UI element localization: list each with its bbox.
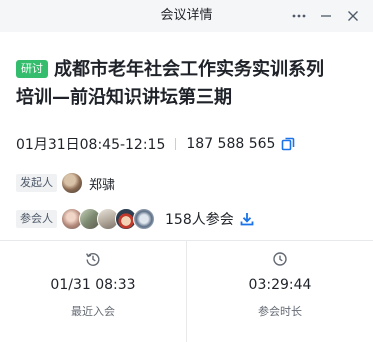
download-icon — [240, 213, 254, 226]
host-row: 发起人 郑骕 — [16, 170, 115, 196]
download-button[interactable] — [240, 212, 254, 226]
more-button[interactable] — [287, 4, 311, 28]
meeting-id[interactable]: 187 588 565 — [186, 136, 275, 152]
avatar — [133, 208, 155, 230]
attendee-count[interactable]: 158人参会 — [165, 209, 234, 229]
time-row: 01月31日08:45-12:15 187 588 565 — [16, 133, 295, 155]
minimize-icon — [321, 15, 331, 17]
copy-icon — [282, 137, 295, 151]
duration-label: 参会时长 — [258, 305, 302, 318]
stat-last-join: 01/31 08:33 最近入会 — [0, 241, 186, 342]
more-horizontal-icon — [292, 14, 306, 18]
history-icon — [85, 252, 100, 266]
meeting-title-block: 研讨 成都市老年社会工作实务实训系列 培训—前沿知识讲坛第三期 — [16, 56, 358, 112]
meeting-stats: 01/31 08:33 最近入会 03:29:44 参会时长 — [0, 241, 373, 342]
meeting-title-text-1: 成都市老年社会工作实务实训系列 — [54, 59, 324, 80]
last-join-label: 最近入会 — [71, 305, 115, 318]
close-icon — [348, 11, 358, 21]
title-bar: 会议详情 — [0, 0, 373, 32]
minimize-button[interactable] — [314, 4, 338, 28]
duration-value: 03:29:44 — [248, 277, 312, 293]
host-name: 郑骕 — [89, 177, 116, 193]
copy-button[interactable] — [281, 137, 295, 151]
attendees-row: 参会人 158人参会 — [16, 206, 254, 232]
meeting-title-line-2: 培训—前沿知识讲坛第三期 — [16, 87, 232, 108]
meeting-title-line-1: 研讨 成都市老年社会工作实务实训系列 — [16, 56, 358, 84]
attendees-tag: 参会人 — [16, 210, 57, 228]
host-avatar[interactable] — [61, 172, 83, 194]
meeting-type-badge: 研讨 — [16, 60, 48, 78]
close-button[interactable] — [341, 4, 365, 28]
separator — [175, 138, 177, 150]
attendee-avatars[interactable] — [61, 208, 155, 230]
last-join-value: 01/31 08:33 — [50, 277, 136, 293]
meeting-details-window: 会议详情 研讨 成都市老年社会工作实务实训系列 培训—前沿知识讲坛第三期 01月3… — [0, 0, 373, 342]
meeting-time: 01月31日08:45-12:15 — [16, 137, 166, 153]
host-tag: 发起人 — [16, 174, 57, 192]
clock-icon — [273, 252, 287, 266]
stat-duration: 03:29:44 参会时长 — [186, 241, 373, 342]
